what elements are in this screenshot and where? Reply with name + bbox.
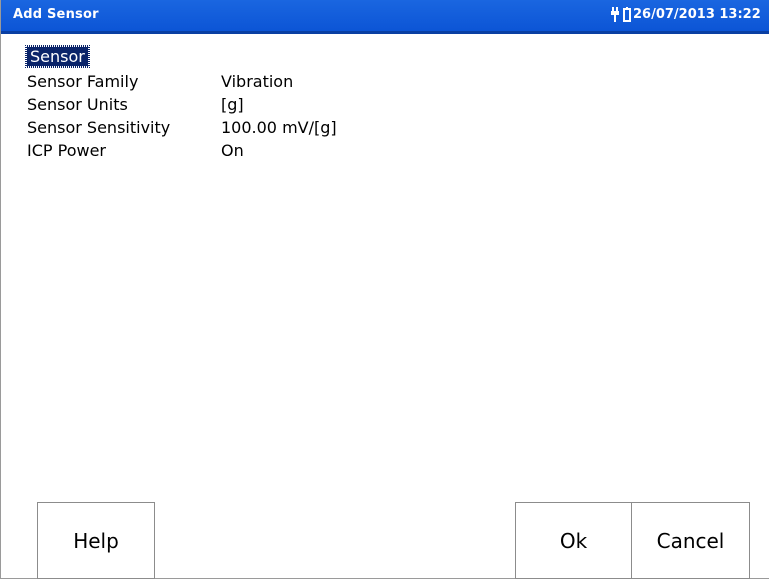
field-row-sensor-sensitivity[interactable]: Sensor Sensitivity 100.00 mV/[g] — [25, 116, 337, 139]
status-area: 26/07/2013 13:22 — [611, 7, 769, 22]
field-label: ICP Power — [27, 141, 106, 160]
field-value: Vibration — [221, 72, 294, 91]
ok-button[interactable]: Ok — [515, 502, 632, 579]
field-value: [g] — [221, 95, 244, 114]
field-value: 100.00 mV/[g] — [221, 118, 337, 137]
field-value: On — [221, 141, 244, 160]
field-row-sensor-units[interactable]: Sensor Units [g] — [25, 93, 337, 116]
field-row-sensor-family[interactable]: Sensor Family Vibration — [25, 70, 337, 93]
plug-icon — [611, 7, 622, 22]
battery-icon — [623, 7, 631, 22]
section-header-row: Sensor — [25, 45, 337, 70]
field-row-icp-power[interactable]: ICP Power On — [25, 139, 337, 162]
title-bar: Add Sensor 26/07/2013 13:22 — [1, 0, 769, 34]
window-title: Add Sensor — [13, 7, 99, 22]
field-label: Sensor Family — [27, 72, 139, 91]
sensor-dialog: Add Sensor 26/07/2013 13:22 Sensor Senso… — [0, 0, 769, 579]
field-label: Sensor Sensitivity — [27, 118, 171, 137]
help-button[interactable]: Help — [37, 502, 155, 579]
sensor-properties: Sensor Sensor Family Vibration Sensor Un… — [25, 45, 337, 162]
section-header-sensor[interactable]: Sensor — [25, 45, 90, 68]
field-label: Sensor Units — [27, 95, 128, 114]
cancel-button[interactable]: Cancel — [631, 502, 750, 579]
datetime-display: 26/07/2013 13:22 — [633, 7, 761, 22]
